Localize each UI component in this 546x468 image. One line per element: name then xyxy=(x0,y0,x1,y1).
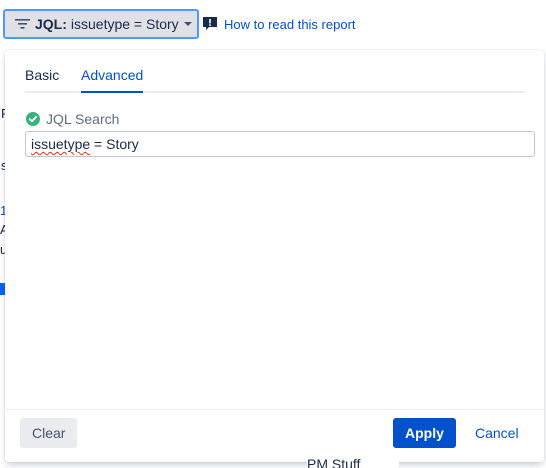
tab-advanced-label: Advanced xyxy=(81,67,144,83)
popup-footer: Clear Apply Cancel xyxy=(5,409,544,462)
filter-mode-tabs: Basic Advanced xyxy=(25,66,525,93)
help-link-label: How to read this report xyxy=(224,16,356,32)
how-to-read-report-link[interactable]: How to read this report xyxy=(202,16,356,32)
check-circle-icon xyxy=(26,112,40,126)
chevron-down-icon xyxy=(183,21,192,27)
jql-filter-popup: Basic Advanced JQL Search issuetype = St… xyxy=(5,50,544,462)
jql-search-label-text: JQL Search xyxy=(46,111,120,127)
clear-button[interactable]: Clear xyxy=(20,418,78,448)
jql-query-field-name: issuetype xyxy=(31,136,91,152)
tab-basic-label: Basic xyxy=(25,67,60,83)
feedback-icon xyxy=(202,16,218,32)
cancel-button[interactable]: Cancel xyxy=(463,418,531,448)
bg-bottom-stub-text: PM Stuff xyxy=(307,456,361,468)
apply-button[interactable]: Apply xyxy=(393,418,456,448)
filter-key: JQL: xyxy=(35,16,67,32)
jql-filter-button[interactable]: JQL: issuetype = Story xyxy=(3,9,199,39)
filter-icon xyxy=(15,17,30,31)
jql-query-input[interactable]: issuetype = Story xyxy=(25,131,535,157)
jql-query-rest: = Story xyxy=(90,136,139,152)
active-tab-indicator xyxy=(81,91,144,93)
tab-basic[interactable]: Basic xyxy=(25,66,59,91)
filter-value: issuetype = Story xyxy=(70,16,179,32)
tab-advanced[interactable]: Advanced xyxy=(81,66,144,93)
bg-bottom-stub: PM Stuff xyxy=(307,456,399,468)
jql-search-label: JQL Search xyxy=(26,111,119,127)
report-toolbar: JQL: issuetype = Story How to read this … xyxy=(0,8,546,44)
